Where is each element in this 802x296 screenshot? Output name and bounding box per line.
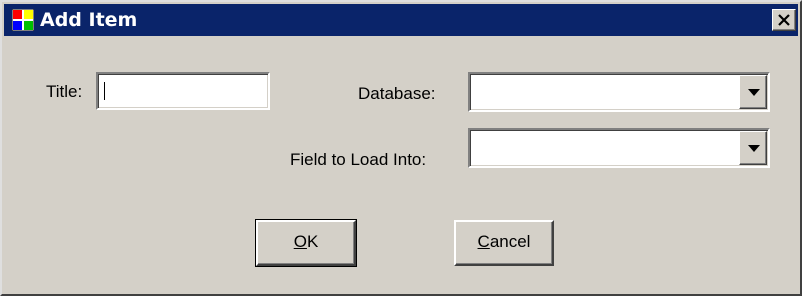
app-window-icon: [11, 8, 35, 32]
database-label: Database:: [358, 84, 436, 103]
add-item-dialog: Add Item Title: Database: Field to Load …: [0, 0, 802, 296]
database-dropdown-button[interactable]: [739, 75, 767, 109]
ok-button[interactable]: OK: [255, 219, 357, 267]
ok-mnemonic: O: [293, 232, 307, 251]
close-button[interactable]: [772, 9, 796, 31]
title-bar[interactable]: Add Item: [4, 4, 798, 36]
ok-label-rest: K: [306, 232, 319, 251]
cancel-label-rest: ancel: [489, 232, 531, 251]
field-combobox[interactable]: [468, 128, 770, 168]
field-dropdown-button[interactable]: [739, 131, 767, 165]
database-combobox[interactable]: [468, 72, 770, 112]
chevron-down-icon: [748, 89, 760, 96]
title-label: Title:: [46, 82, 83, 101]
text-caret: [104, 82, 105, 100]
dialog-title: Add Item: [40, 9, 138, 31]
field-label: Field to Load Into:: [290, 150, 427, 169]
chevron-down-icon: [748, 145, 760, 152]
cancel-mnemonic: C: [477, 232, 490, 251]
title-input[interactable]: [96, 72, 270, 110]
cancel-button[interactable]: Cancel: [454, 220, 554, 266]
close-x-icon: [778, 14, 790, 26]
